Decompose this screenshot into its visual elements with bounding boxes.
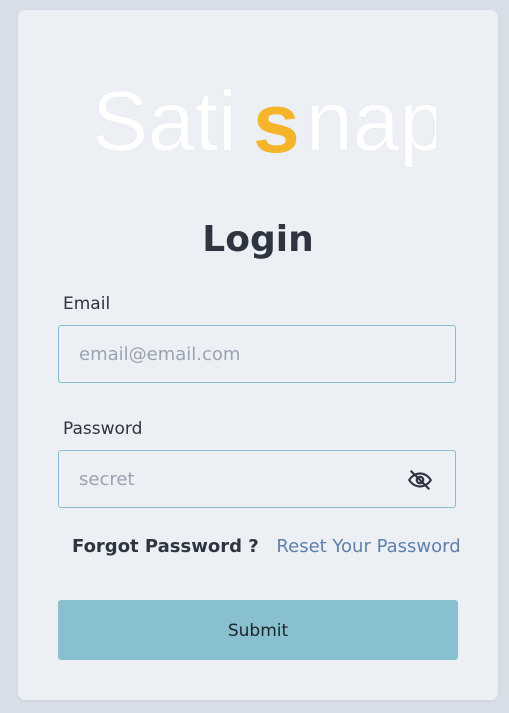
page-title: Login [202, 219, 314, 260]
password-input[interactable] [79, 451, 399, 507]
logo-text-nap: nap [306, 80, 436, 168]
password-label: Password [63, 419, 143, 439]
logo-text-sati: Sati [92, 80, 237, 168]
eye-slash-icon[interactable] [407, 467, 433, 493]
forgot-password-row: Forgot Password ? Reset Your Password [72, 536, 461, 558]
email-field-container [58, 325, 456, 383]
satisnap-logo: Sati nap s [90, 80, 436, 170]
email-label: Email [63, 294, 111, 314]
password-field-container [58, 450, 456, 508]
login-card: Sati nap s Login Email Password Forgot P… [18, 10, 498, 700]
reset-password-link[interactable]: Reset Your Password [276, 536, 460, 557]
logo-text-s: s [253, 80, 300, 170]
forgot-password-text: Forgot Password ? [72, 536, 259, 557]
email-input[interactable] [79, 326, 399, 382]
submit-button[interactable]: Submit [58, 600, 458, 660]
